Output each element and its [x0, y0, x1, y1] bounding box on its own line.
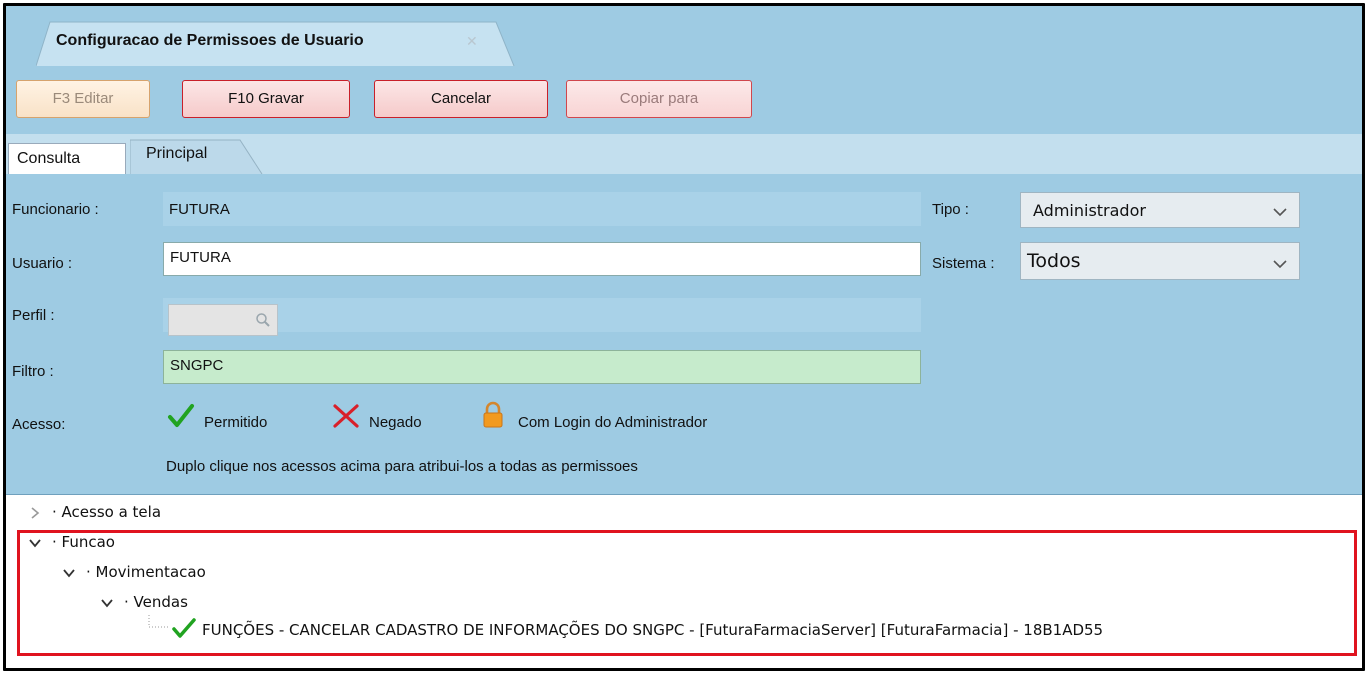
toolbar: F3 Editar F10 Gravar Cancelar Copiar par…: [6, 66, 1362, 134]
funcionario-value: FUTURA: [169, 201, 230, 218]
perfil-field[interactable]: [168, 304, 278, 336]
permissions-form: Funcionario : FUTURA Usuario : FUTURA Pe…: [6, 174, 1362, 495]
negado-label[interactable]: Negado: [369, 414, 422, 431]
page-tabs: Consulta Principal: [6, 134, 1362, 175]
magnifier-icon[interactable]: [255, 312, 271, 328]
funcionario-row-bg: [163, 192, 921, 226]
access-hint: Duplo clique nos acessos acima para atri…: [166, 458, 638, 475]
document-tab[interactable]: Configuracao de Permissoes de Usuario ✕: [36, 20, 516, 66]
sistema-label: Sistema :: [932, 255, 995, 272]
document-tab-title: Configuracao de Permissoes de Usuario: [56, 32, 364, 49]
sistema-value: Todos: [1027, 250, 1081, 272]
permissions-tree: · Acesso a tela · Funcao · Movimentacao …: [6, 495, 1362, 668]
tab-consulta[interactable]: Consulta: [8, 143, 126, 175]
document-tab-strip: Configuracao de Permissoes de Usuario ✕: [6, 6, 1362, 67]
app-window: Configuracao de Permissoes de Usuario ✕ …: [3, 3, 1365, 671]
tipo-label: Tipo :: [932, 201, 969, 218]
tree-node-acesso-tela-label: Acesso a tela: [61, 503, 162, 521]
perfil-label: Perfil :: [12, 307, 55, 324]
cross-icon[interactable]: [331, 403, 361, 429]
edit-button[interactable]: F3 Editar: [16, 80, 150, 118]
close-icon[interactable]: ✕: [466, 33, 478, 50]
sistema-select[interactable]: Todos: [1020, 242, 1300, 280]
funcionario-label: Funcionario :: [12, 201, 99, 218]
chevron-right-icon[interactable]: [29, 506, 41, 520]
tipo-select[interactable]: Administrador: [1020, 192, 1300, 228]
lock-icon[interactable]: [481, 401, 505, 429]
permitido-label[interactable]: Permitido: [204, 414, 267, 431]
save-button[interactable]: F10 Gravar: [182, 80, 350, 118]
copy-to-button[interactable]: Copiar para: [566, 80, 752, 118]
acesso-label: Acesso:: [12, 416, 66, 433]
usuario-label: Usuario :: [12, 255, 73, 272]
cancel-button[interactable]: Cancelar: [374, 80, 548, 118]
tab-principal[interactable]: Principal: [130, 138, 264, 174]
tipo-value: Administrador: [1033, 201, 1146, 220]
usuario-field[interactable]: FUTURA: [163, 242, 921, 276]
chevron-down-icon: [1273, 208, 1287, 217]
highlight-box: [17, 530, 1357, 656]
chevron-down-icon: [1273, 260, 1287, 269]
tree-node-acesso-tela[interactable]: · Acesso a tela: [52, 503, 161, 521]
filtro-label: Filtro :: [12, 363, 54, 380]
filtro-field[interactable]: SNGPC: [163, 350, 921, 384]
admin-login-label[interactable]: Com Login do Administrador: [518, 414, 707, 431]
checkmark-icon[interactable]: [167, 403, 195, 429]
tab-principal-label: Principal: [146, 145, 208, 162]
